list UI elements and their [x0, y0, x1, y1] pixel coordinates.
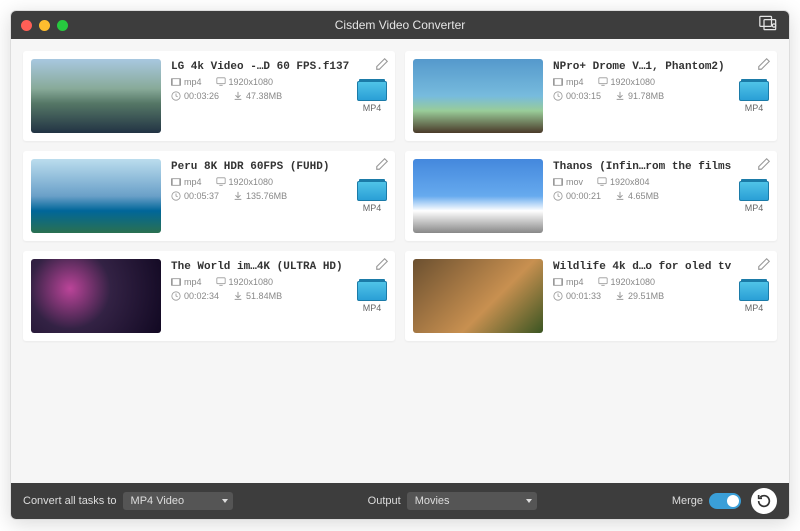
film-strip-icon: [357, 81, 387, 101]
video-resolution: 1920x1080: [598, 277, 656, 287]
video-resolution: 1920x804: [597, 177, 650, 187]
video-format: mp4: [171, 77, 202, 87]
minimize-window-button[interactable]: [39, 20, 50, 31]
video-duration: 00:03:15: [553, 91, 601, 101]
video-size: 51.84MB: [233, 291, 282, 301]
film-strip-icon: [739, 281, 769, 301]
output-format-button[interactable]: MP4: [357, 181, 387, 213]
film-strip-icon: [739, 81, 769, 101]
video-duration: 00:03:26: [171, 91, 219, 101]
video-format: mp4: [553, 77, 584, 87]
film-strip-icon: [357, 281, 387, 301]
convert-format-select[interactable]: MP4 Video: [123, 492, 233, 510]
video-info: NPro+ Drome V…1, Phantom2) mp4 1920x1080…: [553, 59, 769, 133]
merge-label: Merge: [672, 495, 703, 507]
output-folder-select[interactable]: Movies: [407, 492, 537, 510]
video-thumbnail[interactable]: [31, 59, 161, 133]
video-duration: 00:00:21: [553, 191, 601, 201]
film-strip-icon: [739, 181, 769, 201]
video-thumbnail[interactable]: [413, 59, 543, 133]
video-card[interactable]: NPro+ Drome V…1, Phantom2) mp4 1920x1080…: [405, 51, 777, 141]
close-window-button[interactable]: [21, 20, 32, 31]
video-card[interactable]: Peru 8K HDR 60FPS (FUHD) mp4 1920x1080 0…: [23, 151, 395, 241]
window-title: Cisdem Video Converter: [335, 18, 466, 32]
video-size: 91.78MB: [615, 91, 664, 101]
video-title: The World im…4K (ULTRA HD): [171, 259, 387, 273]
video-duration: 00:02:34: [171, 291, 219, 301]
edit-icon[interactable]: [375, 57, 389, 76]
video-size: 4.65MB: [615, 191, 659, 201]
video-duration: 00:05:37: [171, 191, 219, 201]
app-window: Cisdem Video Converter LG 4k Video -…D 6…: [10, 10, 790, 520]
video-title: Wildlife 4k d…o for oled tv: [553, 259, 769, 273]
output-format-label: MP4: [363, 203, 382, 213]
video-resolution: 1920x1080: [216, 277, 274, 287]
video-format: mp4: [171, 277, 202, 287]
video-size: 47.38MB: [233, 91, 282, 101]
video-card[interactable]: Wildlife 4k d…o for oled tv mp4 1920x108…: [405, 251, 777, 341]
output-format-button[interactable]: MP4: [739, 81, 769, 113]
edit-icon[interactable]: [757, 257, 771, 276]
video-card[interactable]: LG 4k Video -…D 60 FPS.f137 mp4 1920x108…: [23, 51, 395, 141]
video-title: LG 4k Video -…D 60 FPS.f137: [171, 59, 387, 73]
edit-icon[interactable]: [757, 157, 771, 176]
output-format-label: MP4: [745, 103, 764, 113]
video-resolution: 1920x1080: [598, 77, 656, 87]
bottombar: Convert all tasks to MP4 Video Output Mo…: [11, 483, 789, 519]
traffic-lights: [21, 20, 68, 31]
video-title: NPro+ Drome V…1, Phantom2): [553, 59, 769, 73]
output-format-label: MP4: [745, 203, 764, 213]
video-thumbnail[interactable]: [413, 159, 543, 233]
video-info: LG 4k Video -…D 60 FPS.f137 mp4 1920x108…: [171, 59, 387, 133]
output-format-label: MP4: [745, 303, 764, 313]
edit-icon[interactable]: [757, 57, 771, 76]
video-grid: LG 4k Video -…D 60 FPS.f137 mp4 1920x108…: [23, 51, 777, 341]
video-card[interactable]: Thanos (Infin…rom the films mov 1920x804…: [405, 151, 777, 241]
video-resolution: 1920x1080: [216, 77, 274, 87]
output-label: Output: [368, 495, 401, 507]
video-card[interactable]: The World im…4K (ULTRA HD) mp4 1920x1080…: [23, 251, 395, 341]
video-thumbnail[interactable]: [31, 159, 161, 233]
video-resolution: 1920x1080: [216, 177, 274, 187]
video-title: Peru 8K HDR 60FPS (FUHD): [171, 159, 387, 173]
output-format-button[interactable]: MP4: [357, 81, 387, 113]
output-format-label: MP4: [363, 303, 382, 313]
video-format: mp4: [553, 277, 584, 287]
video-info: Thanos (Infin…rom the films mov 1920x804…: [553, 159, 769, 233]
output-format-button[interactable]: MP4: [739, 181, 769, 213]
maximize-window-button[interactable]: [57, 20, 68, 31]
media-library-button[interactable]: [759, 15, 779, 36]
video-thumbnail[interactable]: [31, 259, 161, 333]
video-info: Peru 8K HDR 60FPS (FUHD) mp4 1920x1080 0…: [171, 159, 387, 233]
start-convert-button[interactable]: [751, 488, 777, 514]
video-info: Wildlife 4k d…o for oled tv mp4 1920x108…: [553, 259, 769, 333]
video-title: Thanos (Infin…rom the films: [553, 159, 769, 173]
convert-all-label: Convert all tasks to: [23, 495, 117, 507]
video-duration: 00:01:33: [553, 291, 601, 301]
convert-format-group: Convert all tasks to MP4 Video: [23, 492, 233, 510]
video-info: The World im…4K (ULTRA HD) mp4 1920x1080…: [171, 259, 387, 333]
film-strip-icon: [357, 181, 387, 201]
video-size: 135.76MB: [233, 191, 287, 201]
output-format-label: MP4: [363, 103, 382, 113]
video-list-area: LG 4k Video -…D 60 FPS.f137 mp4 1920x108…: [11, 39, 789, 483]
output-format-button[interactable]: MP4: [739, 281, 769, 313]
output-folder-group: Output Movies: [368, 492, 537, 510]
video-size: 29.51MB: [615, 291, 664, 301]
edit-icon[interactable]: [375, 257, 389, 276]
video-format: mp4: [171, 177, 202, 187]
video-thumbnail[interactable]: [413, 259, 543, 333]
output-format-button[interactable]: MP4: [357, 281, 387, 313]
video-format: mov: [553, 177, 583, 187]
edit-icon[interactable]: [375, 157, 389, 176]
merge-toggle[interactable]: [709, 493, 741, 509]
merge-group: Merge: [672, 493, 741, 509]
titlebar: Cisdem Video Converter: [11, 11, 789, 39]
